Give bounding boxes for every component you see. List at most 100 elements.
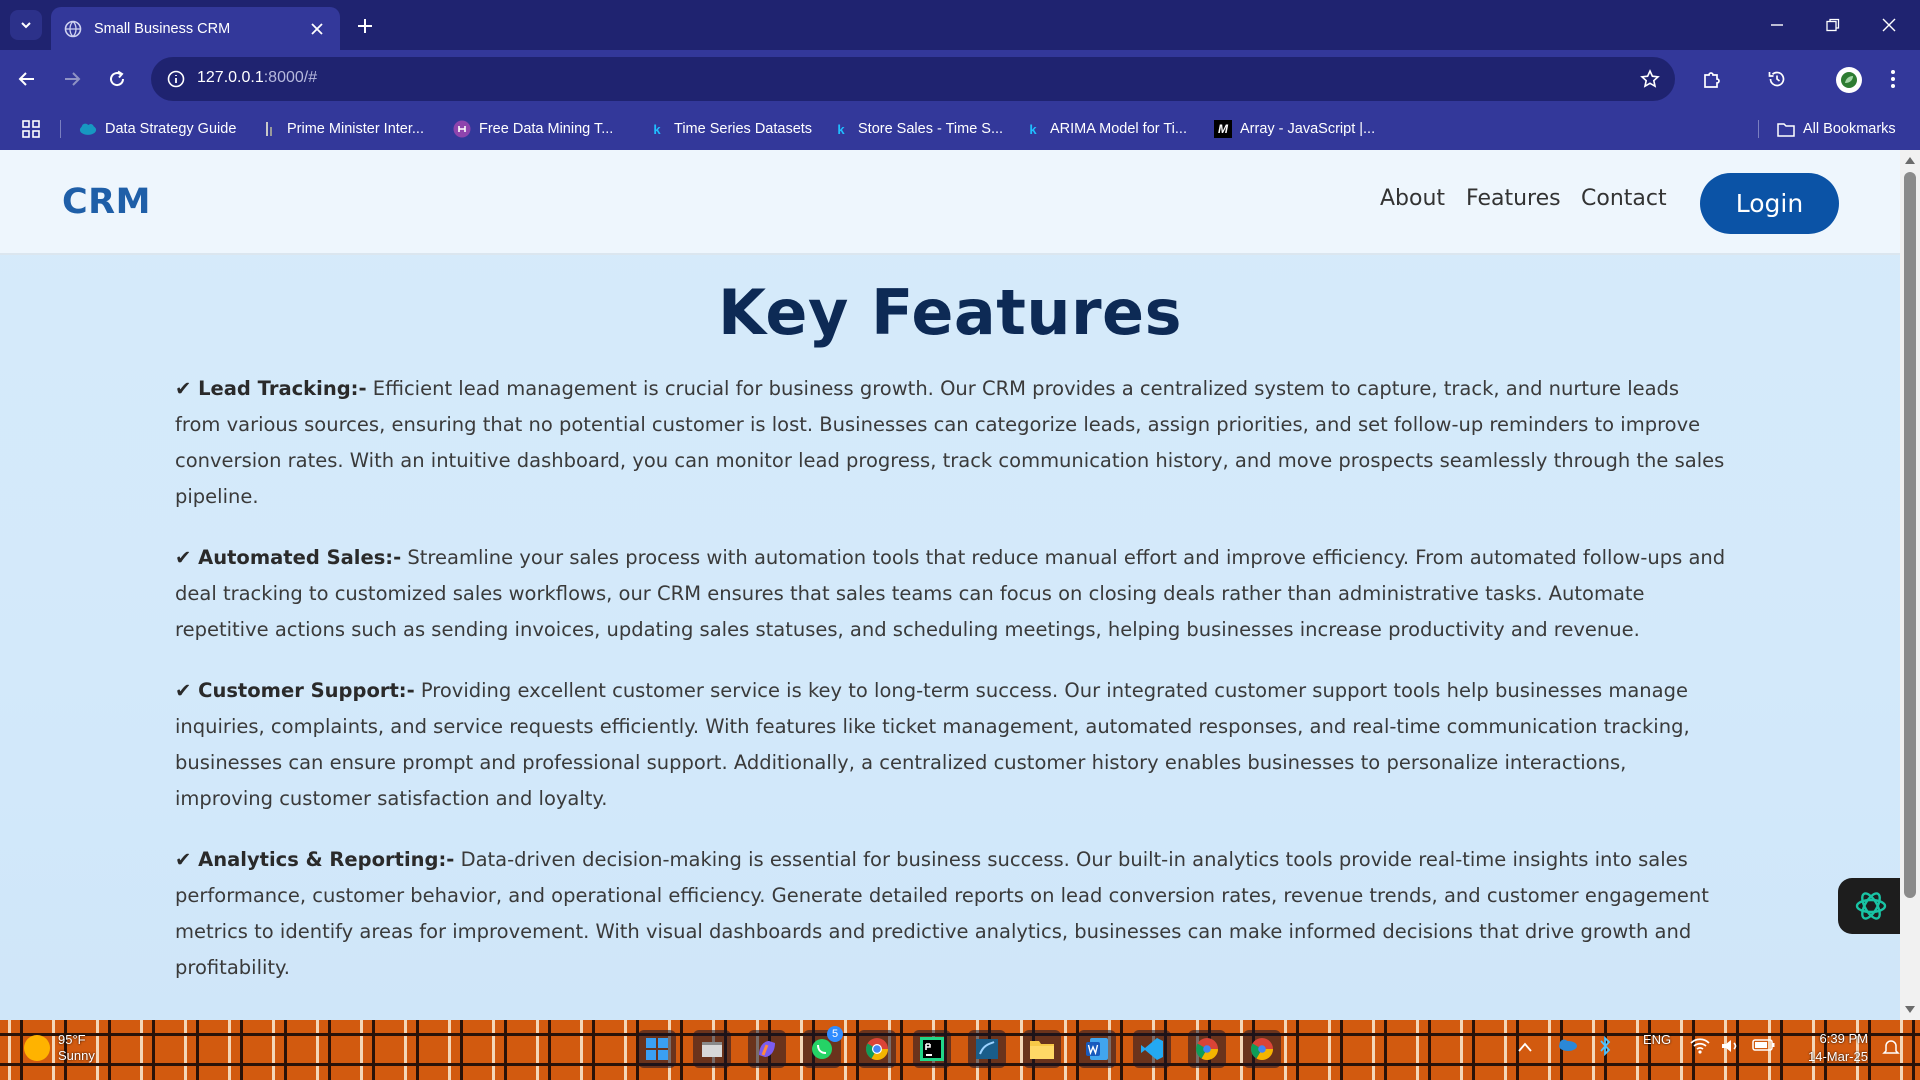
close-icon[interactable]: [306, 18, 328, 40]
browser-toolbar: 127.0.0.1:8000/#: [0, 50, 1920, 108]
tab-title: Small Business CRM: [94, 20, 231, 37]
nav-about-link[interactable]: About: [1380, 186, 1445, 211]
feature-title: ✔ Analytics & Reporting:-: [175, 848, 455, 871]
taskbar-mysql-workbench[interactable]: [968, 1030, 1006, 1068]
bookmark-data-strategy[interactable]: Data Strategy Guide: [79, 118, 236, 140]
tab-search-button[interactable]: [10, 10, 42, 40]
site-info-icon[interactable]: [165, 68, 187, 90]
feature-analytics-reporting: ✔ Analytics & Reporting:- Data-driven de…: [175, 842, 1730, 986]
close-window-button[interactable]: [1862, 0, 1916, 50]
taskbar-whatsapp[interactable]: 5: [803, 1026, 843, 1068]
taskbar-file-viewer[interactable]: [693, 1030, 731, 1068]
wifi-icon[interactable]: [1690, 1038, 1710, 1057]
bluetooth-icon[interactable]: [1598, 1035, 1612, 1059]
back-button[interactable]: [11, 63, 43, 95]
page-viewport: CRM About Features Contact Login Key Fea…: [0, 150, 1920, 1020]
chatgpt-assistant-button[interactable]: [1838, 878, 1904, 934]
chrome-icon: [866, 1038, 888, 1060]
bookmark-arima[interactable]: k ARIMA Model for Ti...: [1024, 118, 1187, 140]
battery-icon[interactable]: [1752, 1038, 1776, 1055]
site-header: CRM About Features Contact Login: [0, 150, 1900, 255]
tab-active[interactable]: Small Business CRM: [51, 7, 340, 50]
divider: [1758, 120, 1759, 138]
taskbar-vscode[interactable]: [1133, 1030, 1171, 1068]
bookmark-label: Store Sales - Time S...: [858, 121, 1004, 137]
feature-description: Efficient lead management is crucial for…: [175, 377, 1725, 508]
mdn-icon: M: [1214, 120, 1232, 138]
url-path: :8000/#: [263, 69, 318, 86]
history-button[interactable]: [1761, 63, 1793, 95]
profile-leaf-icon: [1841, 72, 1857, 88]
show-hidden-icons[interactable]: [1518, 1040, 1532, 1055]
minimize-button[interactable]: [1750, 0, 1804, 50]
chevron-up-icon: [1518, 1042, 1532, 1052]
chevron-down-icon: [21, 22, 31, 29]
plus-icon: [358, 19, 372, 33]
volume-icon[interactable]: [1720, 1038, 1740, 1057]
new-tab-button[interactable]: [352, 13, 378, 39]
nav-contact-link[interactable]: Contact: [1581, 186, 1667, 211]
windows-taskbar: 95°F Sunny 5 ENG 6:39 PM 14-Mar-25: [0, 1020, 1920, 1080]
history-icon: [1768, 71, 1785, 87]
login-button[interactable]: Login: [1700, 173, 1839, 234]
feature-description: Streamline your sales process with autom…: [175, 546, 1726, 641]
taskbar-chrome-profile-3[interactable]: [1243, 1030, 1281, 1068]
taskbar-file-explorer[interactable]: [1023, 1030, 1061, 1068]
divider: [60, 120, 61, 138]
kaggle-icon: k: [837, 121, 845, 137]
extensions-button[interactable]: [1696, 63, 1728, 95]
nav-features-link[interactable]: Features: [1466, 186, 1561, 211]
url-text: 127.0.0.1:8000/#: [197, 69, 317, 87]
feature-title: ✔ Customer Support:-: [175, 679, 415, 702]
arrow-left-icon: [18, 72, 34, 86]
clock[interactable]: 6:39 PM 14-Mar-25: [1808, 1030, 1868, 1066]
menu-button[interactable]: [1877, 63, 1909, 95]
reload-button[interactable]: [101, 63, 133, 95]
bookmark-label: Array - JavaScript |...: [1240, 121, 1376, 137]
taskbar-chrome-profile-2[interactable]: [1188, 1030, 1226, 1068]
arrow-right-icon: [65, 72, 81, 86]
language-indicator[interactable]: ENG: [1643, 1032, 1671, 1047]
bookmark-array-js[interactable]: M Array - JavaScript |...: [1214, 118, 1375, 140]
scroll-down-icon[interactable]: [1904, 1004, 1916, 1016]
windows-logo-icon: [646, 1038, 668, 1060]
page-scrollbar[interactable]: [1900, 150, 1920, 1020]
clock-time: 6:39 PM: [1819, 1031, 1868, 1046]
bookmark-star-icon[interactable]: [1639, 68, 1661, 90]
notification-bell-icon[interactable]: [1882, 1038, 1900, 1059]
start-button[interactable]: [638, 1030, 676, 1068]
bookmark-label: Prime Minister Inter...: [287, 121, 424, 137]
feature-customer-support: ✔ Customer Support:- Providing excellent…: [175, 673, 1730, 817]
kaggle-icon: k: [653, 121, 661, 137]
restore-button[interactable]: [1806, 0, 1860, 50]
onedrive-icon[interactable]: [1556, 1036, 1578, 1055]
weather-widget[interactable]: 95°F Sunny: [24, 1032, 95, 1064]
bookmark-prime-minister[interactable]: Prime Minister Inter...: [261, 118, 424, 140]
bookmark-label: Free Data Mining T...: [479, 121, 614, 137]
address-bar[interactable]: 127.0.0.1:8000/#: [151, 57, 1675, 101]
scroll-up-icon[interactable]: [1904, 154, 1916, 166]
feature-lead-tracking: ✔ Lead Tracking:- Efficient lead managem…: [175, 371, 1730, 515]
reload-icon: [110, 70, 125, 87]
brand-logo[interactable]: CRM: [62, 182, 151, 222]
bookmarks-bar: Data Strategy Guide Prime Minister Inter…: [0, 108, 1920, 150]
profile-avatar[interactable]: [1836, 67, 1862, 93]
taskbar-copilot[interactable]: [748, 1030, 786, 1068]
taskbar-pycharm[interactable]: [913, 1030, 951, 1068]
taskbar-word[interactable]: [1078, 1030, 1116, 1068]
bookmark-store-sales[interactable]: k Store Sales - Time S...: [832, 118, 1003, 140]
tab-strip: Small Business CRM: [0, 0, 1920, 50]
bookmark-label: Time Series Datasets: [674, 121, 813, 137]
apps-button[interactable]: [22, 118, 40, 140]
bookmark-time-series[interactable]: k Time Series Datasets: [648, 118, 812, 140]
bookmark-free-data-mining[interactable]: Free Data Mining T...: [453, 118, 613, 140]
feature-automated-sales: ✔ Automated Sales:- Streamline your sale…: [175, 540, 1730, 648]
chatgpt-logo-icon: [1855, 892, 1887, 920]
database-icon: [976, 1039, 998, 1059]
taskbar-chrome[interactable]: [858, 1030, 896, 1068]
all-bookmarks-button[interactable]: All Bookmarks: [1777, 118, 1896, 140]
forward-button[interactable]: [56, 63, 88, 95]
kaggle-icon: k: [1029, 121, 1037, 137]
features-list: ✔ Lead Tracking:- Efficient lead managem…: [175, 371, 1730, 1011]
scrollbar-thumb[interactable]: [1904, 172, 1916, 898]
